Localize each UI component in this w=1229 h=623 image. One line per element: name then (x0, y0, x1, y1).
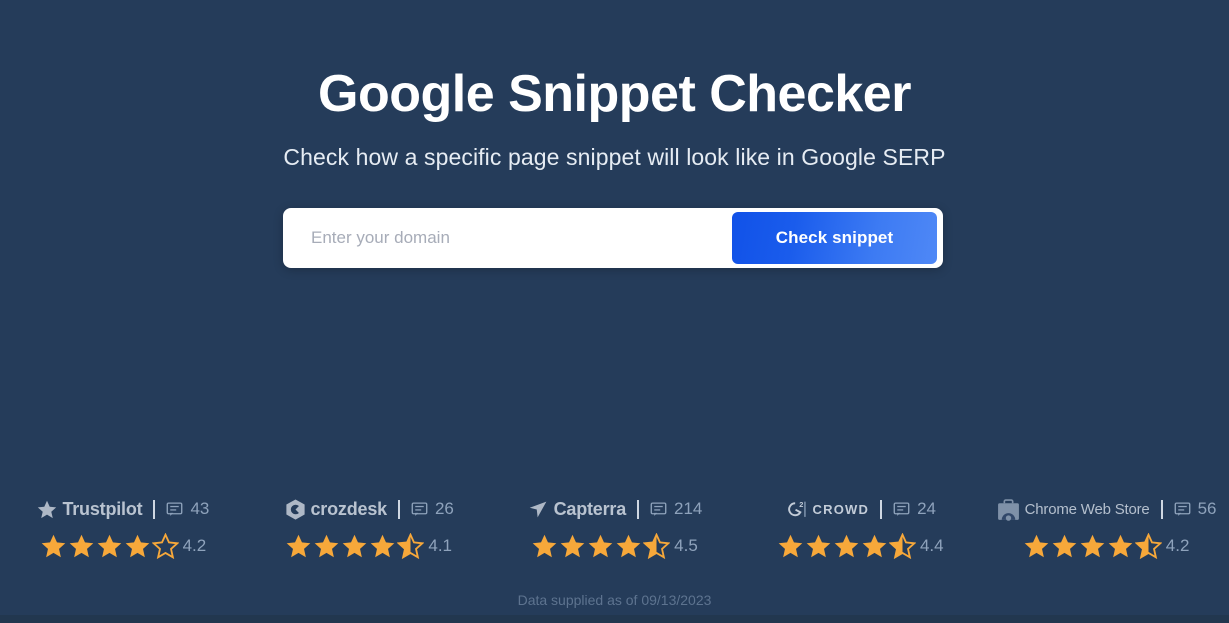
star-filled-icon (560, 534, 585, 558)
divider (1160, 499, 1163, 519)
rating-value: 4.1 (428, 536, 453, 555)
g2-crowd-logo-icon: 2 (787, 500, 806, 517)
star-filled-icon (343, 534, 367, 558)
star-filled-icon (778, 534, 803, 558)
rating-value: 4.2 (182, 536, 207, 555)
star-filled-icon (287, 534, 311, 558)
reviews-group: 26 (411, 499, 454, 519)
crozdesk-logo-icon (285, 498, 305, 520)
reviews-count: 24 (917, 499, 937, 518)
badge-capterra[interactable]: Capterra 214 4.5 (492, 496, 738, 559)
brand-name: Capterra (553, 498, 627, 519)
divider (880, 499, 883, 519)
comment-icon (411, 501, 428, 516)
data-supplied-note: Data supplied as of 09/13/2023 (517, 592, 712, 608)
star-rating: 4.1 (285, 533, 452, 559)
star-filled-icon (1024, 534, 1049, 558)
brand-name: Chrome Web Store (1024, 500, 1150, 518)
star-filled-icon (1052, 534, 1077, 558)
brand-name: crozdesk (310, 498, 388, 519)
review-badges: Trustpilot 43 4.2 crozdesk 26 4.1 Capter… (0, 496, 1229, 559)
page-title: Google Snippet Checker (318, 65, 911, 123)
search-bar: Check snippet (283, 208, 943, 268)
star-filled-icon (41, 534, 65, 558)
star-rating: 4.2 (40, 533, 207, 559)
comment-icon (167, 501, 183, 516)
divider (153, 499, 156, 519)
comment-icon (893, 501, 910, 516)
star-rating: 4.2 (1023, 533, 1190, 559)
star-half-icon (1134, 533, 1162, 559)
brand-g2-crowd: 2 CROWD (785, 498, 870, 521)
star-filled-icon (834, 534, 859, 558)
star-filled-icon (97, 534, 121, 558)
brand-name: CROWD (812, 501, 870, 517)
reviews-count: 26 (434, 499, 454, 518)
reviews-group: 43 (166, 499, 209, 519)
brand-crozdesk: crozdesk (284, 498, 387, 521)
domain-input[interactable] (289, 214, 732, 262)
star-filled-icon (125, 534, 149, 558)
badge-header: crozdesk 26 (284, 496, 454, 522)
comment-icon (1174, 501, 1190, 516)
divider (397, 499, 400, 519)
chrome-web-store-icon (997, 498, 1019, 521)
badge-chrome-web-store[interactable]: Chrome Web Store 56 4.2 (983, 496, 1229, 559)
brand-capterra: Capterra (527, 499, 626, 520)
star-filled-icon (1108, 534, 1133, 558)
star-filled-icon (806, 534, 831, 558)
brand-name: Trustpilot (62, 498, 143, 519)
reviews-count: 43 (190, 499, 210, 518)
page-subtitle: Check how a specific page snippet will l… (283, 144, 946, 170)
hero-section: Google Snippet Checker Check how a speci… (0, 0, 1229, 172)
brand-chrome-web-store: Chrome Web Store (996, 497, 1150, 522)
reviews-count: 214 (674, 499, 703, 518)
badge-header: Trustpilot 43 (36, 496, 209, 522)
badge-header: Capterra 214 (527, 496, 702, 522)
brand-trustpilot: Trustpilot (36, 498, 143, 520)
star-filled-icon (532, 534, 557, 558)
comment-icon (650, 501, 667, 516)
reviews-count: 56 (1197, 499, 1217, 518)
star-filled-icon (616, 534, 641, 558)
star-filled-icon (862, 534, 887, 558)
badge-crozdesk[interactable]: crozdesk 26 4.1 (246, 496, 492, 559)
star-filled-icon (315, 534, 339, 558)
star-filled-icon (1080, 534, 1105, 558)
reviews-group: 214 (650, 499, 702, 519)
bottom-strip (0, 615, 1229, 623)
star-rating: 4.5 (531, 533, 698, 559)
badge-trustpilot[interactable]: Trustpilot 43 4.2 (0, 496, 246, 559)
star-rating: 4.4 (777, 533, 944, 559)
badge-header: Chrome Web Store 56 (996, 496, 1217, 522)
divider (637, 499, 640, 519)
star-half-icon (888, 533, 916, 559)
star-empty-icon (151, 533, 179, 559)
capterra-arrow-icon (529, 501, 546, 517)
rating-value: 4.2 (1165, 536, 1190, 555)
badge-header: 2 CROWD 24 (785, 496, 936, 522)
star-filled-icon (588, 534, 613, 558)
rating-value: 4.4 (919, 536, 944, 555)
page-root: Google Snippet Checker Check how a speci… (0, 0, 1229, 623)
badge-g2-crowd[interactable]: 2 CROWD 24 4.4 (737, 496, 983, 559)
svg-text:2: 2 (799, 500, 803, 509)
reviews-group: 24 (893, 499, 936, 519)
star-filled-icon (69, 534, 93, 558)
reviews-group: 56 (1174, 499, 1217, 519)
star-filled-icon (371, 534, 395, 558)
rating-value: 4.5 (674, 536, 698, 555)
trustpilot-star-icon (38, 500, 57, 518)
star-half-icon (643, 533, 671, 559)
star-half-icon (397, 533, 425, 559)
check-snippet-button[interactable]: Check snippet (732, 212, 937, 264)
